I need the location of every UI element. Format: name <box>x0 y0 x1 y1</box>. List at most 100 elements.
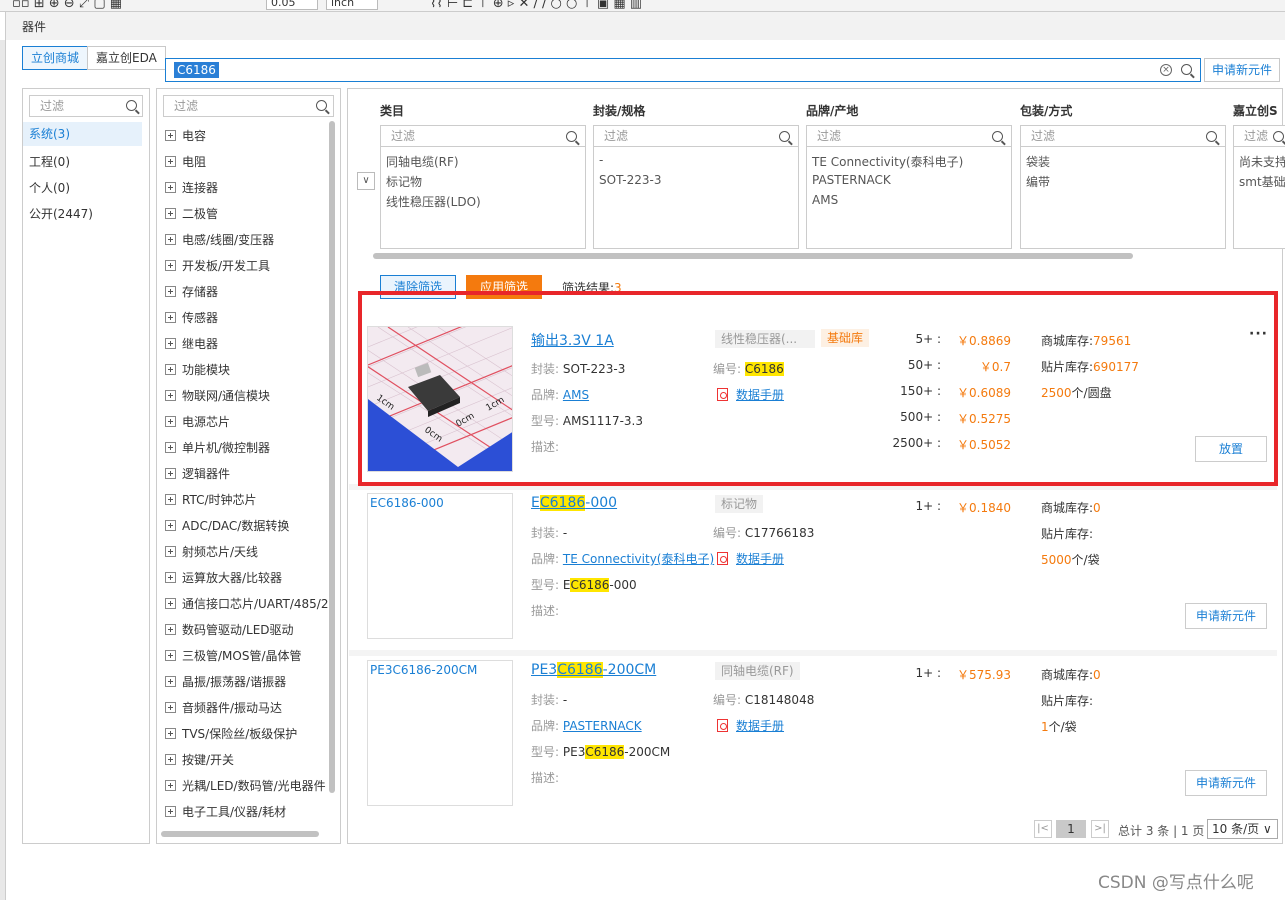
tree-item[interactable]: 存储器 <box>165 283 331 300</box>
tree-item[interactable]: 电阻 <box>165 153 331 170</box>
expand-plus-icon[interactable] <box>165 338 176 349</box>
tree-item[interactable]: 射频芯片/天线 <box>165 543 331 560</box>
tree-item[interactable]: 通信接口芯片/UART/485/23 <box>165 595 331 612</box>
category-filter-search-icon[interactable] <box>316 100 327 111</box>
tree-item[interactable]: 电容 <box>165 127 331 144</box>
attribute-filter-search-icon[interactable] <box>779 131 790 142</box>
attribute-filter-input[interactable]: 过滤 <box>807 126 1011 147</box>
apply-new-component-button[interactable]: 申请新元件 <box>1204 58 1280 82</box>
expand-plus-icon[interactable] <box>165 676 176 687</box>
apply-new-component-button[interactable]: 申请新元件 <box>1185 603 1267 629</box>
expand-plus-icon[interactable] <box>165 390 176 401</box>
expand-plus-icon[interactable] <box>165 546 176 557</box>
expand-plus-icon[interactable] <box>165 286 176 297</box>
attribute-option[interactable]: 编带 <box>1026 173 1050 190</box>
expand-plus-icon[interactable] <box>165 780 176 791</box>
brand-link[interactable]: TE Connectivity(泰科电子) <box>563 552 714 566</box>
tree-item[interactable]: 按键/开关 <box>165 751 331 768</box>
tree-item[interactable]: 电源芯片 <box>165 413 331 430</box>
tree-item[interactable]: 传感器 <box>165 309 331 326</box>
tree-item[interactable]: TVS/保险丝/板级保护 <box>165 725 331 742</box>
current-page[interactable]: 1 <box>1056 820 1086 838</box>
attribute-hscroll[interactable] <box>373 252 1273 260</box>
datasheet-field[interactable]: 数据手册 <box>717 550 784 567</box>
expand-plus-icon[interactable] <box>165 702 176 713</box>
tree-item[interactable]: 音频器件/振动马达 <box>165 699 331 716</box>
expand-plus-icon[interactable] <box>165 208 176 219</box>
expand-plus-icon[interactable] <box>165 754 176 765</box>
tree-item[interactable]: 光耦/LED/数码管/光电器件 <box>165 777 331 794</box>
expand-plus-icon[interactable] <box>165 416 176 427</box>
product-title[interactable]: PE3C6186-200CM <box>531 662 656 678</box>
category-tree-scrollbar[interactable] <box>329 121 335 793</box>
datasheet-link[interactable]: 数据手册 <box>736 719 784 733</box>
tree-item[interactable]: 开发板/开发工具 <box>165 257 331 274</box>
library-public[interactable]: 公开(2447) <box>29 205 93 222</box>
expand-plus-icon[interactable] <box>165 442 176 453</box>
expand-plus-icon[interactable] <box>165 520 176 531</box>
tree-item[interactable]: ADC/DAC/数据转换 <box>165 517 331 534</box>
tree-item[interactable]: 三极管/MOS管/晶体管 <box>165 647 331 664</box>
tree-item[interactable]: 物联网/通信模块 <box>165 387 331 404</box>
tree-item[interactable]: 逻辑器件 <box>165 465 331 482</box>
library-project[interactable]: 工程(0) <box>29 153 70 170</box>
library-system[interactable]: 系统(3) <box>23 122 142 146</box>
attribute-filter-search-icon[interactable] <box>992 131 1003 142</box>
expand-plus-icon[interactable] <box>165 572 176 583</box>
toolbar-icons-left[interactable]: ▫▫ ⊞ ⊕ ⊖ ⤢ ▢ ▦ <box>12 0 122 11</box>
attribute-option[interactable]: SOT-223-3 <box>599 173 662 187</box>
tab-jlc-eda[interactable]: 嘉立创EDA <box>87 46 166 70</box>
tree-item[interactable]: 运算放大器/比较器 <box>165 569 331 586</box>
clear-icon[interactable]: × <box>1160 64 1172 76</box>
page-size-select[interactable]: 10 条/页 ∨ <box>1207 819 1278 839</box>
expand-plus-icon[interactable] <box>165 468 176 479</box>
expand-plus-icon[interactable] <box>165 598 176 609</box>
tree-item[interactable]: 功能模块 <box>165 361 331 378</box>
expand-plus-icon[interactable] <box>165 312 176 323</box>
tree-item[interactable]: 继电器 <box>165 335 331 352</box>
tree-item[interactable]: 电子工具/仪器/耗材 <box>165 803 331 820</box>
attribute-option[interactable]: 尚未支持 <box>1239 153 1285 170</box>
size-input[interactable]: 0.05 <box>266 0 318 10</box>
toolbar-icons-right[interactable]: ⌇⌇ ⊢ ⊏ ⊤ ⊕ ▹ ✕ ∕ ∕ ○ ○ ⊤ ▣ ▦ ▥ <box>430 0 642 11</box>
attribute-option[interactable]: 同轴电缆(RF) <box>386 153 459 170</box>
tree-item[interactable]: 连接器 <box>165 179 331 196</box>
expand-plus-icon[interactable] <box>165 806 176 817</box>
collapse-filters-button[interactable]: ∨ <box>357 172 375 190</box>
datasheet-link[interactable]: 数据手册 <box>736 552 784 566</box>
expand-plus-icon[interactable] <box>165 156 176 167</box>
tree-item[interactable]: 电感/线圈/变压器 <box>165 231 331 248</box>
result-row[interactable]: PE3C6186-200CM PE3C6186-200CM 同轴电缆(RF) 封… <box>349 656 1277 812</box>
attribute-option[interactable]: smt基础 <box>1239 173 1285 190</box>
expand-plus-icon[interactable] <box>165 728 176 739</box>
apply-new-component-button[interactable]: 申请新元件 <box>1185 770 1267 796</box>
attribute-option[interactable]: AMS <box>812 193 838 207</box>
first-page-button[interactable]: |< <box>1034 820 1052 838</box>
search-input[interactable]: C6186 × <box>165 58 1201 82</box>
tree-item[interactable]: 数码管驱动/LED驱动 <box>165 621 331 638</box>
attribute-filter-search-icon[interactable] <box>1273 131 1284 142</box>
category-filter-input[interactable]: 过滤 <box>163 95 334 117</box>
expand-plus-icon[interactable] <box>165 624 176 635</box>
attribute-hscroll-thumb[interactable] <box>373 253 1133 259</box>
attribute-filter-input[interactable]: 过滤 <box>594 126 798 147</box>
attribute-filter-search-icon[interactable] <box>566 131 577 142</box>
attribute-filter-search-icon[interactable] <box>1206 131 1217 142</box>
result-row[interactable]: EC6186-000 EC6186-000 标记物 封装: - 品牌: TE C… <box>349 490 1277 646</box>
tree-item[interactable]: 单片机/微控制器 <box>165 439 331 456</box>
expand-plus-icon[interactable] <box>165 130 176 141</box>
expand-plus-icon[interactable] <box>165 494 176 505</box>
brand-link[interactable]: PASTERNACK <box>563 719 642 733</box>
expand-plus-icon[interactable] <box>165 650 176 661</box>
library-filter-search-icon[interactable] <box>126 100 137 111</box>
tree-item[interactable]: RTC/时钟芯片 <box>165 491 331 508</box>
attribute-filter-input[interactable]: 过滤 <box>381 126 585 147</box>
datasheet-field[interactable]: 数据手册 <box>717 717 784 734</box>
category-tree-hscrollbar[interactable] <box>161 831 319 837</box>
last-page-button[interactable]: >| <box>1091 820 1109 838</box>
tree-item[interactable]: 晶振/振荡器/谐振器 <box>165 673 331 690</box>
attribute-option[interactable]: 袋装 <box>1026 153 1050 170</box>
product-title[interactable]: EC6186-000 <box>531 495 617 511</box>
attribute-option[interactable]: PASTERNACK <box>812 173 891 187</box>
attribute-option[interactable]: TE Connectivity(泰科电子) <box>812 153 963 170</box>
